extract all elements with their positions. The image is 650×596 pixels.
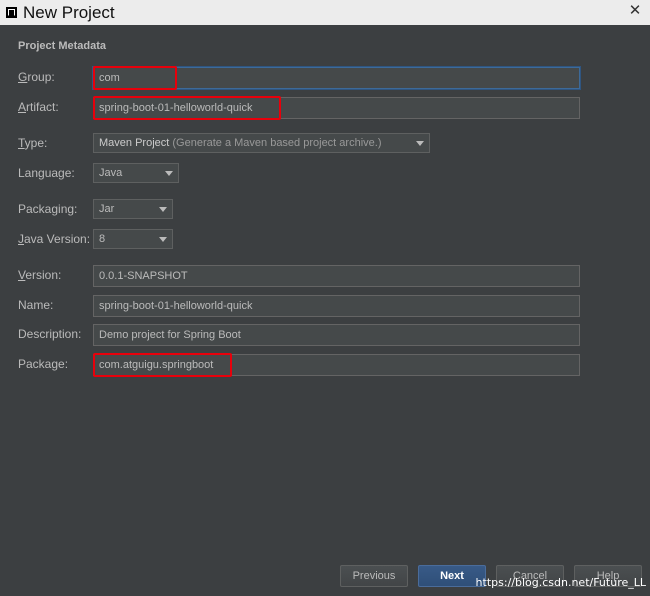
version-row: Version: 0.0.1-SNAPSHOT	[0, 265, 650, 287]
artifact-label: Artifact:	[18, 100, 59, 114]
package-field[interactable]: com.atguigu.springboot	[93, 354, 580, 376]
java-version-row: Java Version: 8	[0, 229, 650, 251]
title-bar: New Project ✕	[0, 0, 650, 25]
type-label: Type:	[18, 136, 48, 150]
artifact-row: Artifact: spring-boot-01-helloworld-quic…	[0, 97, 650, 119]
version-label: Version:	[18, 268, 62, 282]
chevron-down-icon	[159, 207, 167, 212]
language-label: Language:	[18, 166, 75, 180]
description-row: Description: Demo project for Spring Boo…	[0, 324, 650, 346]
type-value: Maven Project	[99, 137, 170, 149]
packaging-row: Packaging: Jar	[0, 199, 650, 221]
package-row: Package: com.atguigu.springboot	[0, 354, 650, 376]
java-version-value: 8	[99, 233, 106, 245]
type-value-desc: (Generate a Maven based project archive.…	[169, 137, 382, 149]
type-row: Type: Maven Project (Generate a Maven ba…	[0, 133, 650, 155]
java-version-select[interactable]: 8	[93, 229, 173, 249]
artifact-field[interactable]: spring-boot-01-helloworld-quick	[93, 97, 580, 119]
packaging-value: Jar	[99, 203, 115, 215]
name-field[interactable]: spring-boot-01-helloworld-quick	[93, 295, 580, 317]
packaging-label: Packaging:	[18, 202, 78, 216]
intellij-app-icon	[6, 7, 17, 18]
section-title: Project Metadata	[18, 40, 107, 52]
package-label: Package:	[18, 357, 69, 371]
window-title: New Project	[23, 2, 115, 22]
type-select[interactable]: Maven Project (Generate a Maven based pr…	[93, 133, 430, 153]
language-select[interactable]: Java	[93, 163, 179, 183]
chevron-down-icon	[159, 237, 167, 242]
group-field[interactable]: com	[93, 67, 580, 89]
group-label: Group:	[18, 70, 55, 84]
watermark-text: https://blog.csdn.net/Future_LL	[475, 576, 646, 589]
description-label: Description:	[18, 327, 82, 341]
packaging-select[interactable]: Jar	[93, 199, 173, 219]
close-icon[interactable]: ✕	[626, 2, 644, 20]
java-version-label: Java Version:	[18, 232, 91, 246]
description-field[interactable]: Demo project for Spring Boot	[93, 324, 580, 346]
chevron-down-icon	[416, 141, 424, 146]
name-label: Name:	[18, 298, 54, 312]
chevron-down-icon	[165, 171, 173, 176]
group-row: Group: com	[0, 67, 650, 89]
language-value: Java	[99, 167, 123, 179]
language-row: Language: Java	[0, 163, 650, 185]
previous-button[interactable]: Previous	[340, 565, 408, 587]
name-row: Name: spring-boot-01-helloworld-quick	[0, 295, 650, 317]
version-field[interactable]: 0.0.1-SNAPSHOT	[93, 265, 580, 287]
